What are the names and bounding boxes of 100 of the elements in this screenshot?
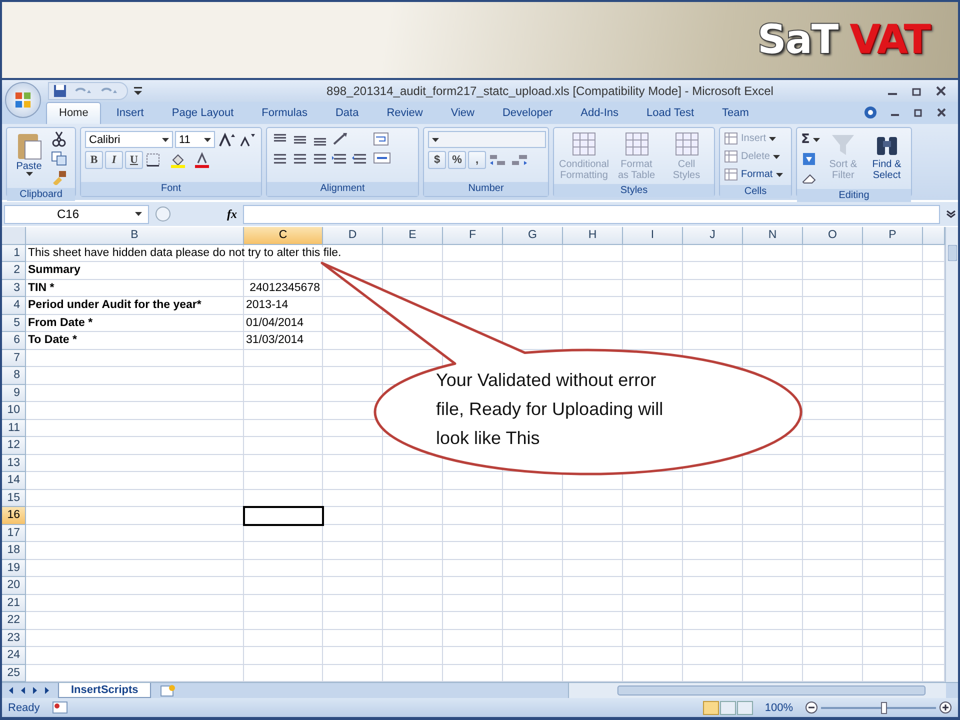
row-header[interactable]: 25	[2, 664, 26, 682]
autosum-button[interactable]: Σ	[801, 131, 820, 148]
sheet-cell	[803, 594, 863, 612]
number-format-button[interactable]: $	[428, 151, 446, 169]
increase-decimal-icon[interactable]	[488, 152, 508, 168]
row-header[interactable]: 2	[2, 262, 26, 280]
zoom-level[interactable]: 100%	[764, 702, 793, 714]
ribbon-tab[interactable]: Review	[374, 102, 436, 124]
caret-icon	[26, 172, 32, 176]
formula-input[interactable]	[243, 204, 940, 224]
column-header[interactable]: O	[803, 227, 863, 244]
save-icon[interactable]	[53, 84, 67, 98]
ribbon-tab[interactable]: Home	[46, 102, 102, 124]
row-header[interactable]: 3	[2, 280, 26, 297]
sheet-cell	[863, 332, 923, 350]
customize-icon[interactable]	[134, 87, 142, 95]
row-header[interactable]: 23	[2, 630, 26, 647]
row-header[interactable]: 16	[2, 507, 26, 524]
sheet-cell	[863, 630, 923, 647]
row-header[interactable]: 15	[2, 490, 26, 507]
row-header[interactable]: 6	[2, 332, 26, 350]
column-header[interactable]: F	[443, 227, 503, 244]
font-size-dropdown[interactable]: 11	[175, 131, 215, 148]
style-button[interactable]: B	[85, 151, 103, 169]
scissors-icon[interactable]	[50, 131, 68, 147]
row-header[interactable]: 10	[2, 402, 26, 420]
ribbon-tab[interactable]: Data	[322, 102, 372, 124]
restore-icon[interactable]	[914, 108, 923, 117]
sheet-cell	[803, 454, 863, 472]
column-header[interactable]: H	[563, 227, 623, 244]
row-header[interactable]: 17	[2, 524, 26, 542]
zoom-out-icon[interactable]	[805, 701, 818, 714]
column-header[interactable]: J	[683, 227, 743, 244]
row-header[interactable]: 19	[2, 560, 26, 577]
column-header[interactable]: P	[863, 227, 923, 244]
column-header[interactable]: D	[323, 227, 383, 244]
ribbon-tab[interactable]: Team	[709, 102, 762, 124]
active-cell[interactable]	[244, 507, 323, 524]
paste-button[interactable]: Paste	[11, 131, 47, 176]
vertical-scrollbar[interactable]	[945, 227, 958, 682]
column-header[interactable]: B	[26, 227, 244, 244]
font-name-dropdown[interactable]: Calibri	[85, 131, 173, 148]
close-icon[interactable]	[937, 108, 946, 117]
row-header[interactable]: 5	[2, 314, 26, 332]
ribbon-tab[interactable]: Load Test	[634, 102, 708, 124]
style-button[interactable]: I	[105, 151, 123, 169]
number-format-button[interactable]: ,	[468, 151, 486, 169]
scroll-thumb[interactable]	[948, 245, 956, 261]
column-header[interactable]: G	[503, 227, 563, 244]
row-header[interactable]: 4	[2, 297, 26, 314]
column-header[interactable]: N	[743, 227, 803, 244]
row-header[interactable]: 1	[2, 244, 26, 262]
table-grid-icon	[724, 150, 738, 163]
row-header[interactable]: 9	[2, 384, 26, 402]
name-box[interactable]: C16	[4, 204, 149, 224]
office-button[interactable]	[5, 82, 41, 118]
sheet-cell	[443, 560, 503, 577]
ribbon-tab[interactable]: Developer	[489, 102, 566, 124]
restore-icon[interactable]	[912, 86, 922, 96]
row-header[interactable]: 18	[2, 542, 26, 560]
row-header[interactable]: 7	[2, 350, 26, 367]
sheet-tab[interactable]: InsertScripts	[58, 683, 152, 698]
close-icon[interactable]	[936, 86, 946, 96]
ribbon-tab[interactable]: Page Layout	[158, 102, 247, 124]
sheet-cell	[443, 612, 503, 630]
row-header[interactable]: 14	[2, 472, 26, 490]
row-header[interactable]: 8	[2, 367, 26, 384]
grow-font-icon[interactable]	[217, 132, 235, 148]
insert-function-button[interactable]: fx	[227, 206, 237, 222]
zoom-slider-thumb[interactable]	[881, 702, 888, 714]
style-button[interactable]: U	[125, 151, 143, 169]
row-header[interactable]: 11	[2, 420, 26, 437]
ribbon-tab[interactable]: Formulas	[248, 102, 320, 124]
circle-handle-icon[interactable]	[155, 206, 171, 222]
column-header[interactable]: E	[383, 227, 443, 244]
column-header[interactable]: I	[623, 227, 683, 244]
row-header[interactable]: 22	[2, 612, 26, 630]
row-header[interactable]: 21	[2, 594, 26, 612]
horizontal-scrollbar[interactable]	[568, 683, 946, 698]
copy-icon[interactable]	[50, 150, 68, 166]
ribbon-tab[interactable]: View	[438, 102, 488, 124]
editing-button[interactable]: Find & Select	[866, 131, 907, 181]
zoom-in-icon[interactable]	[939, 701, 952, 714]
number-format-button[interactable]: %	[448, 151, 466, 169]
help-icon[interactable]	[864, 106, 877, 119]
ribbon-tab[interactable]: Insert	[103, 102, 157, 124]
column-header[interactable]: C	[244, 227, 323, 244]
row-header[interactable]: 20	[2, 577, 26, 594]
sheet-cell	[743, 612, 803, 630]
row-header[interactable]: 13	[2, 454, 26, 472]
ribbon-tab[interactable]: Add-Ins	[568, 102, 632, 124]
expand-icon[interactable]	[946, 209, 956, 219]
row-header[interactable]: 24	[2, 647, 26, 664]
sheet-cell	[323, 594, 383, 612]
sheet-cell	[863, 350, 923, 367]
cell-text: TIN *	[28, 282, 54, 294]
macro-record-icon[interactable]	[52, 701, 68, 714]
cells-button[interactable]: Format	[724, 167, 783, 182]
row-header[interactable]: 12	[2, 437, 26, 454]
decrease-decimal-icon[interactable]	[510, 152, 530, 168]
